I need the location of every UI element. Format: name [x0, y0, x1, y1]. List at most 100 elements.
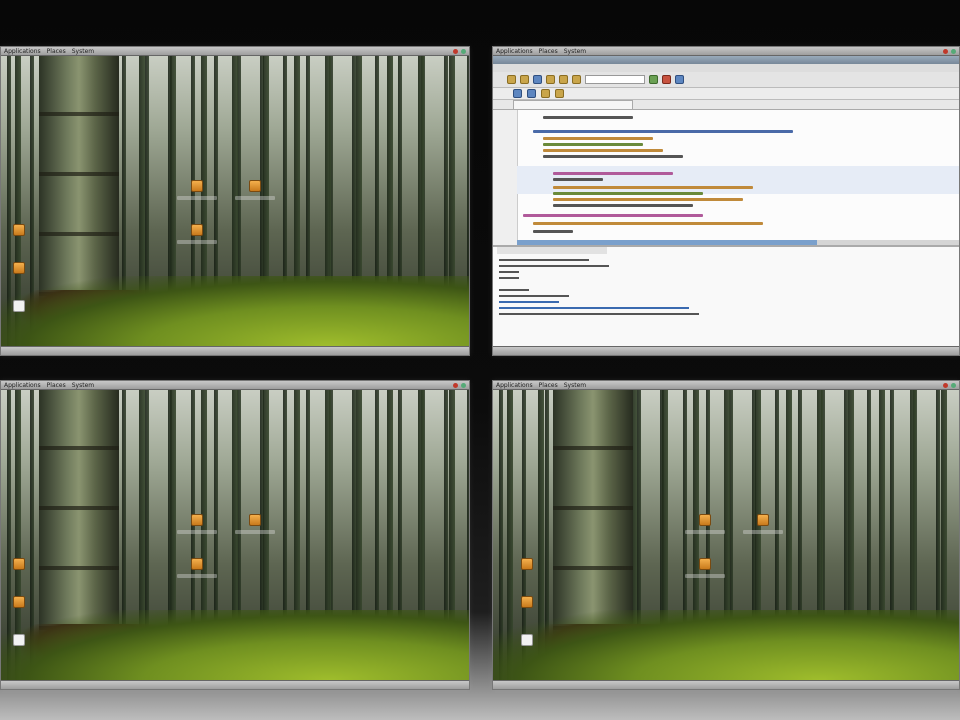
- folder-icon[interactable]: [191, 558, 203, 570]
- output-tab[interactable]: [497, 247, 607, 254]
- folder-icon[interactable]: [521, 596, 533, 608]
- bookmark-icon[interactable]: [555, 89, 564, 98]
- output-line: [499, 289, 529, 291]
- icon-label: [685, 574, 725, 578]
- icon-label: [177, 196, 217, 200]
- menu-system[interactable]: System: [72, 381, 94, 390]
- network-icon[interactable]: [951, 48, 956, 54]
- editor-toolbar: [493, 88, 959, 100]
- menu-system[interactable]: System: [564, 381, 586, 390]
- workspace-2[interactable]: Applications Places System: [492, 46, 960, 356]
- workspace-1[interactable]: Applications Places System: [0, 46, 470, 356]
- copy-icon[interactable]: [559, 75, 568, 84]
- menu-system[interactable]: System: [564, 47, 586, 56]
- folder-icon[interactable]: [13, 262, 25, 274]
- editor-tab[interactable]: [513, 100, 633, 109]
- folder-icon[interactable]: [13, 558, 25, 570]
- moss-ground: [493, 610, 959, 680]
- top-panel: Applications Places System: [493, 47, 959, 56]
- bottom-panel: [1, 680, 469, 689]
- network-icon[interactable]: [461, 382, 466, 388]
- menu-applications[interactable]: Applications: [496, 381, 533, 390]
- bamboo-wallpaper: [493, 390, 959, 680]
- open-folder-icon[interactable]: [520, 75, 529, 84]
- bamboo-wallpaper: [1, 56, 469, 346]
- output-line: [499, 271, 519, 273]
- output-line: [499, 313, 699, 315]
- code-line: [553, 186, 753, 189]
- workspace-4[interactable]: Applications Places System: [492, 380, 960, 690]
- code-editor[interactable]: [493, 109, 959, 245]
- output-panel[interactable]: [493, 245, 959, 346]
- document-icon[interactable]: [521, 634, 533, 646]
- save-icon[interactable]: [533, 75, 542, 84]
- menu-places[interactable]: Places: [47, 381, 66, 390]
- notification-icon[interactable]: [453, 382, 458, 388]
- bamboo-wallpaper: [1, 390, 469, 680]
- new-file-icon[interactable]: [507, 75, 516, 84]
- network-icon[interactable]: [951, 382, 956, 388]
- code-line: [533, 230, 573, 233]
- forward-icon[interactable]: [527, 89, 536, 98]
- system-tray: [453, 48, 466, 54]
- code-line: [553, 198, 743, 201]
- ide-menubar: [493, 64, 959, 72]
- menu-places[interactable]: Places: [47, 47, 66, 56]
- moss-ground: [1, 276, 469, 346]
- configuration-select[interactable]: [585, 75, 645, 84]
- workspace-3[interactable]: Applications Places System: [0, 380, 470, 690]
- notification-icon[interactable]: [943, 382, 948, 388]
- code-line: [543, 155, 683, 158]
- output-line: [499, 265, 609, 267]
- folder-icon[interactable]: [757, 514, 769, 526]
- system-tray: [943, 48, 956, 54]
- menu-applications[interactable]: Applications: [4, 47, 41, 56]
- run-icon[interactable]: [649, 75, 658, 84]
- folder-icon[interactable]: [699, 558, 711, 570]
- folder-icon[interactable]: [521, 558, 533, 570]
- top-panel: Applications Places System: [1, 47, 469, 56]
- document-icon[interactable]: [13, 634, 25, 646]
- folder-icon[interactable]: [249, 180, 261, 192]
- code-line: [533, 222, 763, 225]
- code-line: [543, 143, 643, 146]
- folder-icon[interactable]: [13, 596, 25, 608]
- back-icon[interactable]: [513, 89, 522, 98]
- notification-icon[interactable]: [943, 48, 948, 54]
- icon-label: [235, 530, 275, 534]
- code-line: [543, 137, 653, 140]
- notification-icon[interactable]: [453, 48, 458, 54]
- search-icon[interactable]: [541, 89, 550, 98]
- folder-icon[interactable]: [13, 224, 25, 236]
- code-line: [523, 214, 703, 217]
- folder-icon[interactable]: [191, 224, 203, 236]
- top-panel: Applications Places System: [1, 381, 469, 390]
- menu-system[interactable]: System: [72, 47, 94, 56]
- output-line: [499, 259, 589, 261]
- code-line: [553, 178, 603, 181]
- code-line: [553, 204, 693, 207]
- cut-icon[interactable]: [546, 75, 555, 84]
- debug-icon[interactable]: [662, 75, 671, 84]
- folder-icon[interactable]: [699, 514, 711, 526]
- icon-label: [235, 196, 275, 200]
- bottom-panel: [1, 346, 469, 355]
- build-icon[interactable]: [675, 75, 684, 84]
- folder-icon[interactable]: [191, 514, 203, 526]
- network-icon[interactable]: [461, 48, 466, 54]
- code-line: [543, 149, 663, 152]
- bottom-panel: [493, 346, 959, 355]
- paste-icon[interactable]: [572, 75, 581, 84]
- folder-icon[interactable]: [191, 180, 203, 192]
- menu-applications[interactable]: Applications: [496, 47, 533, 56]
- icon-label: [177, 574, 217, 578]
- menu-places[interactable]: Places: [539, 47, 558, 56]
- document-icon[interactable]: [13, 300, 25, 312]
- line-number-gutter: [493, 110, 518, 245]
- output-line: [499, 307, 689, 309]
- menu-places[interactable]: Places: [539, 381, 558, 390]
- code-line: [543, 116, 633, 119]
- system-tray: [943, 382, 956, 388]
- folder-icon[interactable]: [249, 514, 261, 526]
- menu-applications[interactable]: Applications: [4, 381, 41, 390]
